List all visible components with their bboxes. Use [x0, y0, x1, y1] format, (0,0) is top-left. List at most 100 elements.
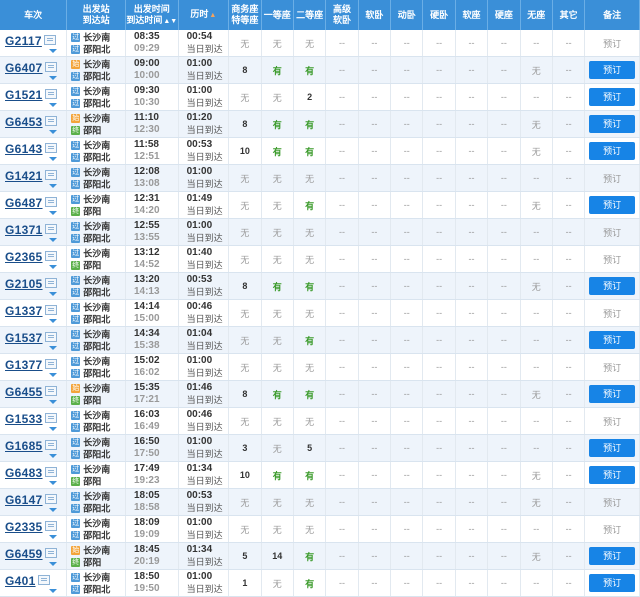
chevron-down-icon[interactable] [49, 156, 57, 161]
train-info-icon[interactable] [44, 142, 57, 153]
seat-cell: -- [390, 245, 424, 273]
chevron-down-icon[interactable] [49, 291, 57, 296]
chevron-down-icon[interactable] [49, 426, 57, 431]
book-button[interactable]: 预订 [589, 196, 636, 214]
chevron-down-icon[interactable] [49, 480, 57, 485]
train-info-icon[interactable] [44, 547, 57, 558]
train-info-icon[interactable] [44, 115, 57, 126]
train-number-link[interactable]: G6453 [5, 115, 43, 129]
train-number-link[interactable]: G6483 [5, 466, 43, 480]
sort-icon[interactable]: ▲ [209, 12, 216, 19]
train-info-icon[interactable] [44, 466, 57, 477]
train-info-icon[interactable] [44, 196, 57, 207]
arrival-day: 当日到达 [186, 368, 223, 378]
chevron-down-icon[interactable] [49, 507, 57, 512]
seat-availability: -- [468, 65, 475, 75]
seat-availability: 无 [272, 416, 282, 427]
chevron-down-icon[interactable] [49, 102, 57, 107]
train-info-icon[interactable] [44, 169, 57, 180]
train-number-link[interactable]: G6143 [5, 142, 43, 156]
train-number-link[interactable]: G1377 [5, 358, 43, 372]
chevron-down-icon[interactable] [49, 129, 57, 134]
book-button[interactable]: 预订 [589, 277, 636, 295]
train-number-link[interactable]: G1337 [5, 304, 43, 318]
seat-cell: -- [520, 407, 553, 435]
train-number-link[interactable]: G1533 [5, 412, 43, 426]
train-info-icon[interactable] [44, 331, 57, 342]
book-button[interactable]: 预订 [589, 439, 636, 457]
chevron-down-icon[interactable] [49, 237, 57, 242]
arrival-day: 当日到达 [186, 233, 223, 243]
train-info-icon[interactable] [44, 412, 57, 423]
train-info-icon[interactable] [44, 88, 57, 99]
chevron-down-icon[interactable] [49, 372, 57, 377]
seat-availability: -- [436, 200, 443, 210]
book-button[interactable]: 预订 [589, 331, 636, 349]
seat-availability: -- [338, 308, 345, 318]
chevron-down-icon[interactable] [49, 183, 57, 188]
seat-availability: -- [565, 551, 572, 561]
chevron-down-icon[interactable] [49, 588, 57, 593]
sort-icon[interactable]: ▲▼ [163, 18, 177, 25]
book-button[interactable]: 预订 [589, 574, 636, 592]
chevron-down-icon[interactable] [49, 48, 57, 53]
train-info-icon[interactable] [44, 493, 57, 504]
from-station: 长沙南 [83, 518, 111, 529]
to-station: 邵阳北 [83, 179, 111, 190]
train-number-link[interactable]: G401 [5, 574, 36, 588]
train-number-link[interactable]: G1421 [5, 169, 43, 183]
seat-availability: 无 [305, 524, 315, 535]
duration: 01:00 [186, 220, 213, 231]
train-info-icon[interactable] [44, 358, 57, 369]
train-info-icon[interactable] [44, 61, 57, 72]
book-button[interactable]: 预订 [589, 88, 636, 106]
book-button[interactable]: 预订 [589, 466, 636, 484]
train-number-link[interactable]: G2365 [5, 250, 43, 264]
train-info-icon[interactable] [44, 250, 57, 261]
book-button[interactable]: 预订 [589, 547, 636, 565]
station-cell: 过长沙南过邵阳北 [66, 353, 126, 381]
chevron-down-icon[interactable] [49, 75, 57, 80]
book-button[interactable]: 预订 [589, 385, 636, 403]
train-number-link[interactable]: G6407 [5, 61, 43, 75]
train-number-link[interactable]: G2335 [5, 520, 43, 534]
seat-cell: 无 [261, 569, 294, 597]
seat-cell: -- [520, 434, 553, 462]
train-info-icon[interactable] [43, 34, 56, 45]
train-number-link[interactable]: G6147 [5, 493, 43, 507]
train-number-link[interactable]: G1521 [5, 88, 43, 102]
station-tag-icon: 始 [71, 384, 81, 394]
train-number-link[interactable]: G1371 [5, 223, 43, 237]
train-number-link[interactable]: G1537 [5, 331, 43, 345]
train-number-link[interactable]: G6487 [5, 196, 43, 210]
chevron-down-icon[interactable] [49, 345, 57, 350]
seat-availability: 8 [242, 281, 248, 291]
header-duration[interactable]: 历时▲ [178, 0, 230, 30]
train-info-icon[interactable] [44, 223, 57, 234]
header-times[interactable]: 出发时间 到达时间▲▼ [125, 0, 179, 30]
train-number-link[interactable]: G6455 [5, 385, 43, 399]
chevron-down-icon[interactable] [49, 399, 57, 404]
book-button[interactable]: 预订 [589, 115, 636, 133]
train-number-link[interactable]: G1685 [5, 439, 43, 453]
book-button[interactable]: 预订 [589, 61, 636, 79]
train-info-icon[interactable] [44, 277, 57, 288]
seat-cell: 8 [228, 56, 262, 84]
train-number-link[interactable]: G6459 [5, 547, 43, 561]
chevron-down-icon[interactable] [49, 534, 57, 539]
train-info-icon[interactable] [44, 304, 57, 315]
arrival-time: 16:49 [133, 421, 160, 432]
train-info-icon[interactable] [37, 574, 50, 585]
train-info-icon[interactable] [44, 439, 57, 450]
book-button[interactable]: 预订 [589, 142, 636, 160]
train-number-link[interactable]: G2117 [5, 34, 42, 48]
chevron-down-icon[interactable] [49, 318, 57, 323]
train-info-icon[interactable] [44, 520, 57, 531]
chevron-down-icon[interactable] [49, 264, 57, 269]
seat-cell: -- [487, 569, 521, 597]
chevron-down-icon[interactable] [49, 453, 57, 458]
train-number-link[interactable]: G2105 [5, 277, 43, 291]
chevron-down-icon[interactable] [49, 561, 57, 566]
train-info-icon[interactable] [44, 385, 57, 396]
chevron-down-icon[interactable] [49, 210, 57, 215]
